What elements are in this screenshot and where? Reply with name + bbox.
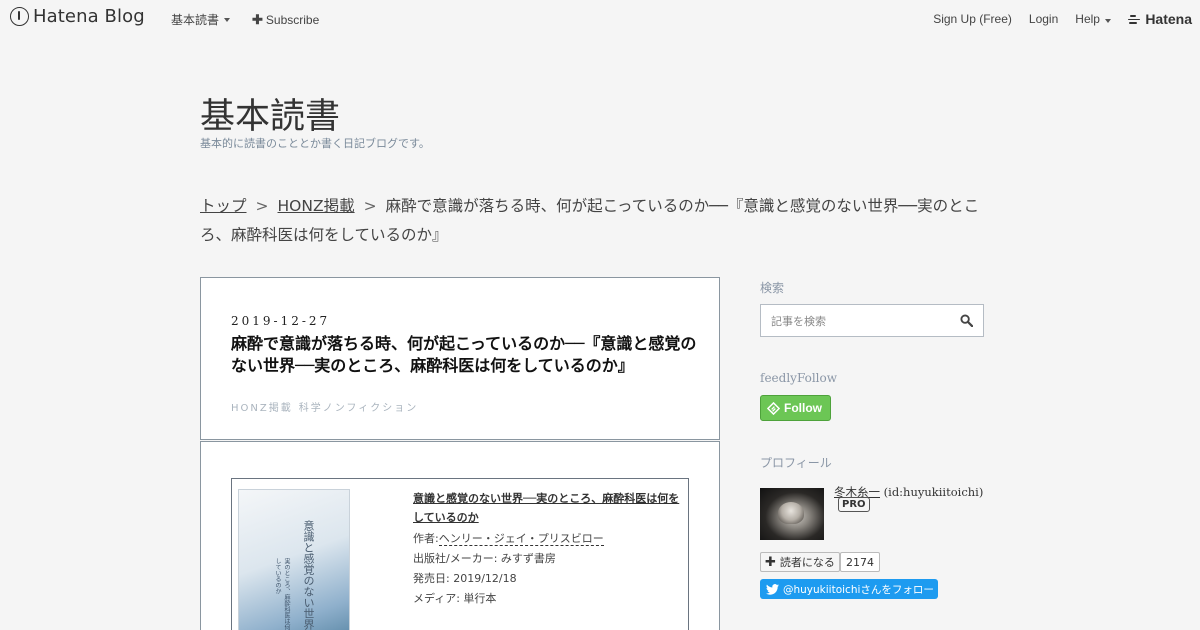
- subscriber-count: 2174: [840, 552, 880, 572]
- header-right: Sign Up (Free) Login Help Hatena: [933, 11, 1192, 27]
- help-dropdown[interactable]: Help: [1075, 12, 1112, 26]
- search-heading: 検索: [760, 281, 785, 295]
- breadcrumb-separator: >: [255, 197, 269, 215]
- product-media: メディア: 単行本: [413, 592, 497, 605]
- feedly-follow-button[interactable]: Follow: [760, 395, 831, 421]
- product-title-link[interactable]: 意識と感覚のない世界──実のところ、麻酔科医は何をしているのか: [413, 489, 683, 527]
- author-label: 作者:: [413, 532, 439, 545]
- logo-text: Hatena Blog: [33, 6, 145, 27]
- search-placeholder: 記事を検索: [771, 314, 826, 328]
- help-label: Help: [1075, 12, 1100, 26]
- pro-badge: PRO: [838, 497, 870, 512]
- blog-title[interactable]: 基本読書: [200, 88, 340, 139]
- hatena-blog-logo[interactable]: Hatena Blog: [10, 6, 145, 27]
- twitter-label: @huyukiitoichiさんをフォロー: [783, 583, 934, 596]
- caret-down-icon: [1105, 19, 1112, 23]
- hatena-label: Hatena: [1145, 11, 1192, 27]
- search-input[interactable]: 記事を検索: [760, 304, 984, 337]
- product-info: 意識と感覚のない世界──実のところ、麻酔科医は何をしているのか 作者:ヘンリー・…: [413, 489, 683, 607]
- cover-subtitle: 実のところ、麻酔科医は何をしているのか: [274, 558, 290, 630]
- feedly-icon: [767, 401, 780, 415]
- plus-icon: ✚: [765, 554, 776, 570]
- login-link[interactable]: Login: [1029, 12, 1058, 26]
- subscribe-link[interactable]: ✚ Subscribe: [252, 11, 319, 28]
- book-cover-image[interactable]: 意識と感覚のない世界 実のところ、麻酔科医は何をしているのか: [238, 489, 350, 630]
- breadcrumb-category-link[interactable]: HONZ掲載: [278, 197, 355, 215]
- hatena-logo-link[interactable]: Hatena: [1128, 11, 1192, 27]
- subscribe-button[interactable]: ✚ 読者になる: [760, 552, 840, 572]
- breadcrumb-top-link[interactable]: トップ: [200, 197, 247, 215]
- feedly-heading: feedlyFollow: [760, 371, 838, 385]
- product-author: 作者:ヘンリー・ジェイ・プリスビロー: [413, 531, 683, 547]
- product-publisher: 出版社/メーカー: みすず書房: [413, 552, 556, 565]
- hatena-blog-logo-icon: [10, 7, 29, 26]
- plus-icon: ✚: [252, 11, 263, 27]
- entry-date[interactable]: 2019-12-27: [231, 314, 330, 328]
- entry-header: 2019-12-27 麻酔で意識が落ちる時、何が起こっているのか──『意識と感覚…: [200, 277, 720, 440]
- profile-id: (id:huyukiitoichi): [883, 485, 984, 499]
- twitter-follow-button[interactable]: @huyukiitoichiさんをフォロー: [760, 579, 938, 599]
- breadcrumb-separator: >: [363, 197, 377, 215]
- category-link[interactable]: HONZ掲載: [231, 399, 293, 414]
- caret-down-icon: [224, 17, 231, 22]
- profile-heading: プロフィール: [760, 456, 832, 470]
- blog-menu-label: 基本読書: [171, 13, 220, 27]
- category-link[interactable]: 科学ノンフィクション: [299, 399, 419, 414]
- entry-categories: HONZ掲載 科学ノンフィクション: [231, 399, 418, 414]
- avatar[interactable]: [760, 488, 824, 540]
- product-release-date: 発売日: 2019/12/18: [413, 572, 517, 585]
- twitter-icon: [766, 583, 779, 595]
- entry-title[interactable]: 麻酔で意識が落ちる時、何が起こっているのか──『意識と感覚のない世界──実のとこ…: [231, 333, 701, 377]
- breadcrumb: トップ > HONZ掲載 > 麻酔で意識が落ちる時、何が起こっているのか──『意識と感覚…: [200, 192, 1000, 250]
- subscribe-label: Subscribe: [265, 12, 320, 27]
- subscribe-button-label: 読者になる: [779, 556, 835, 569]
- entry-body: 意識と感覚のない世界 実のところ、麻酔科医は何をしているのか 意識と感覚のない世…: [200, 441, 720, 630]
- blog-menu-dropdown[interactable]: 基本読書: [171, 11, 231, 28]
- follow-label: Follow: [784, 401, 822, 415]
- hatena-logo-icon: [1128, 14, 1142, 24]
- search-icon[interactable]: [960, 314, 973, 327]
- header-menu: 基本読書 ✚ Subscribe: [171, 11, 319, 28]
- author-link[interactable]: ヘンリー・ジェイ・プリスビロー: [438, 532, 604, 546]
- cover-title: 意識と感覚のない世界: [302, 520, 315, 630]
- global-header: Hatena Blog 基本読書 ✚ Subscribe Sign Up (Fr…: [0, 0, 1200, 36]
- product-card: 意識と感覚のない世界 実のところ、麻酔科医は何をしているのか 意識と感覚のない世…: [231, 478, 689, 630]
- blog-description: 基本的に読書のこととか書く日記ブログです。: [200, 137, 430, 150]
- sign-up-link[interactable]: Sign Up (Free): [933, 12, 1012, 26]
